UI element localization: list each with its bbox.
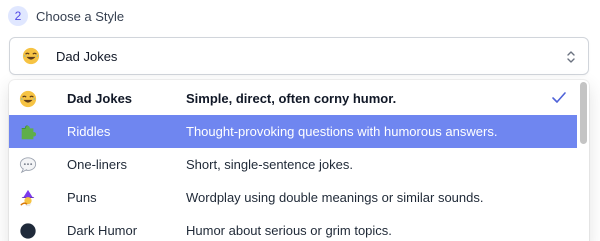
option-name: Riddles [67,124,111,139]
step-number-badge: 2 [8,6,28,26]
style-options-listbox[interactable]: Dad Jokes Simple, direct, often corny hu… [9,80,589,241]
checkmark-icon [552,92,566,103]
option-description: Humor about serious or grim topics. [186,223,392,238]
option-description: Thought-provoking questions with humorou… [186,124,498,139]
option-puns[interactable]: Puns Wordplay using double meanings or s… [9,181,577,214]
option-description: Wordplay using double meanings or simila… [186,190,484,205]
scrollbar-thumb[interactable] [580,82,587,144]
option-name: One-liners [67,157,127,172]
puzzle-piece-emoji-icon [21,125,37,140]
step-header: 2 Choose a Style [8,6,124,26]
speech-bubble-emoji-icon [19,157,37,174]
option-name: Dark Humor [67,223,138,238]
style-select[interactable]: Dad Jokes [9,37,589,75]
laughing-emoji-icon [22,47,40,65]
select-value: Dad Jokes [56,49,118,64]
chevron-up-down-icon [567,51,575,63]
option-name: Puns [67,190,97,205]
option-dad-jokes[interactable]: Dad Jokes Simple, direct, often corny hu… [9,82,577,115]
option-description: Simple, direct, often corny humor. [186,91,397,106]
option-description: Short, single-sentence jokes. [186,157,353,172]
wizard-emoji-icon [20,189,35,207]
option-one-liners[interactable]: One-liners Short, single-sentence jokes. [9,148,577,181]
listbox-scrollbar[interactable] [580,82,587,241]
dark-circle-emoji-icon [20,223,36,239]
option-dark-humor[interactable]: Dark Humor Humor about serious or grim t… [9,214,577,241]
laughing-emoji-icon [19,90,37,108]
option-name: Dad Jokes [67,91,133,106]
step-title: Choose a Style [36,8,125,24]
option-riddles[interactable]: Riddles Thought-provoking questions with… [9,115,577,148]
